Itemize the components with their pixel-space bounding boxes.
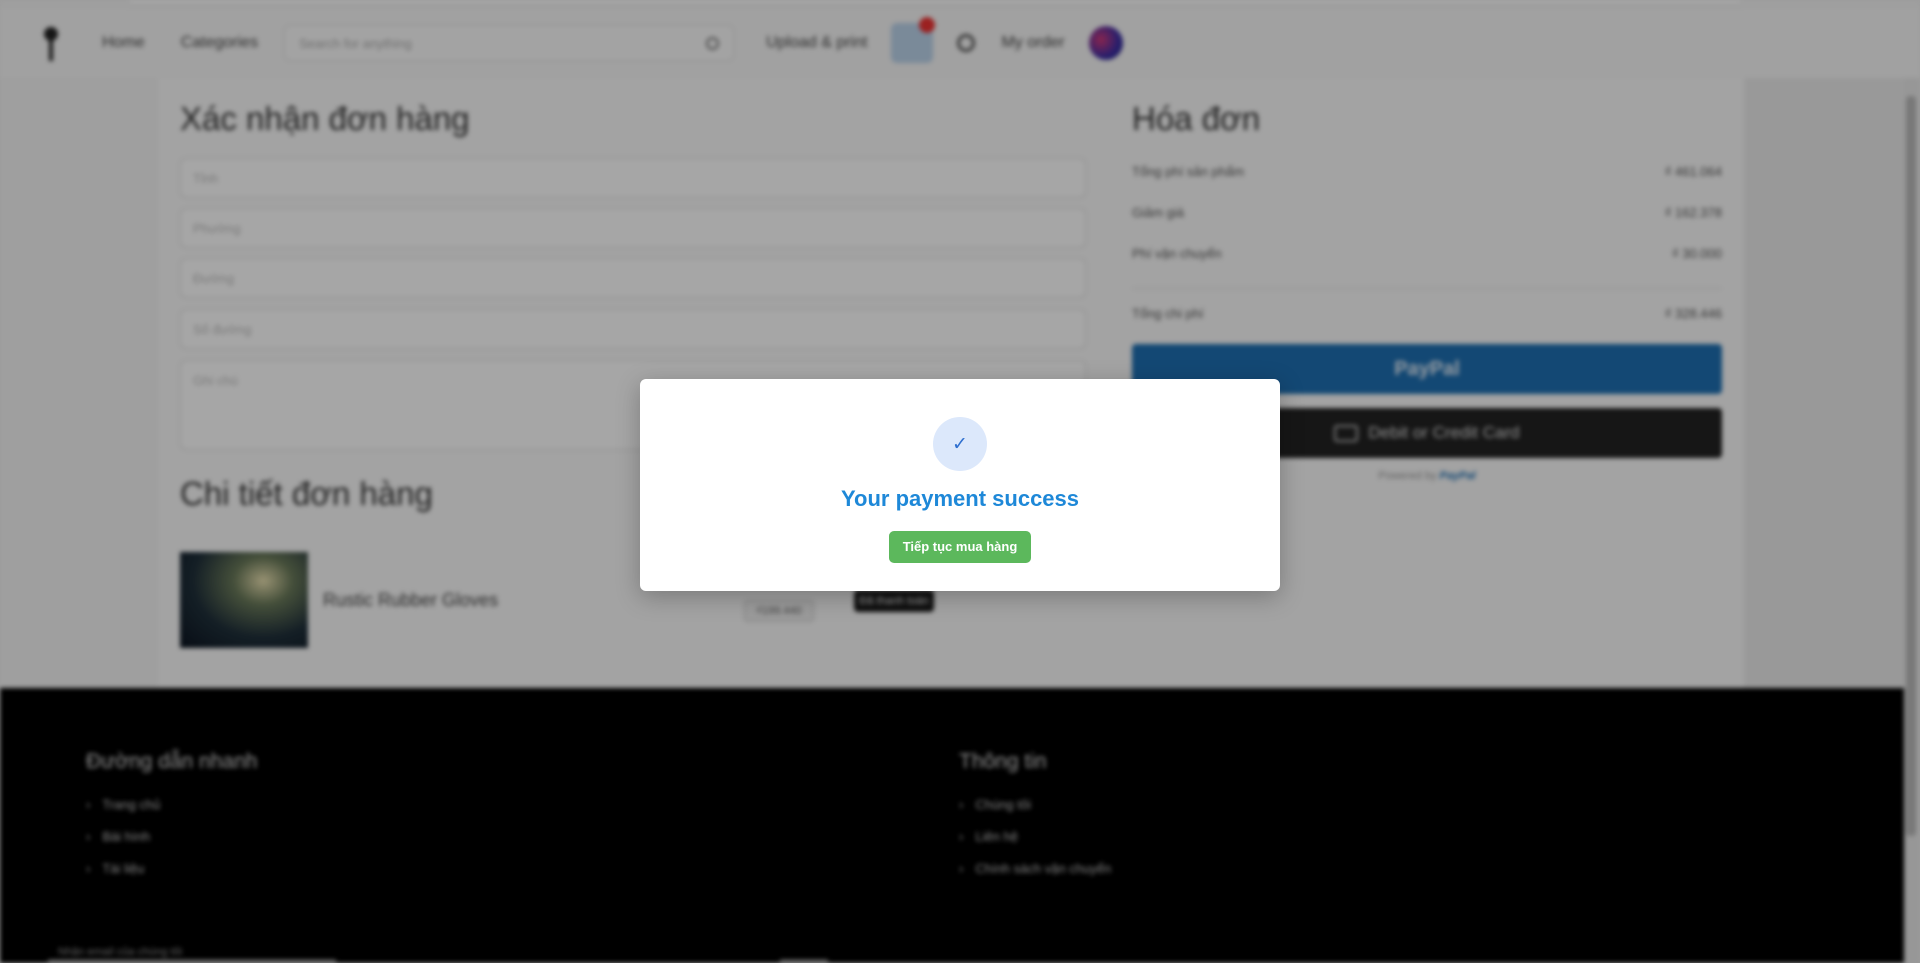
- modal-title: Your payment success: [840, 486, 1080, 511]
- payment-success-modal: ✓ Your payment success Tiếp tục mua hàng: [640, 379, 1280, 591]
- continue-shopping-button[interactable]: Tiếp tục mua hàng: [889, 531, 1031, 563]
- check-icon: ✓: [933, 417, 987, 471]
